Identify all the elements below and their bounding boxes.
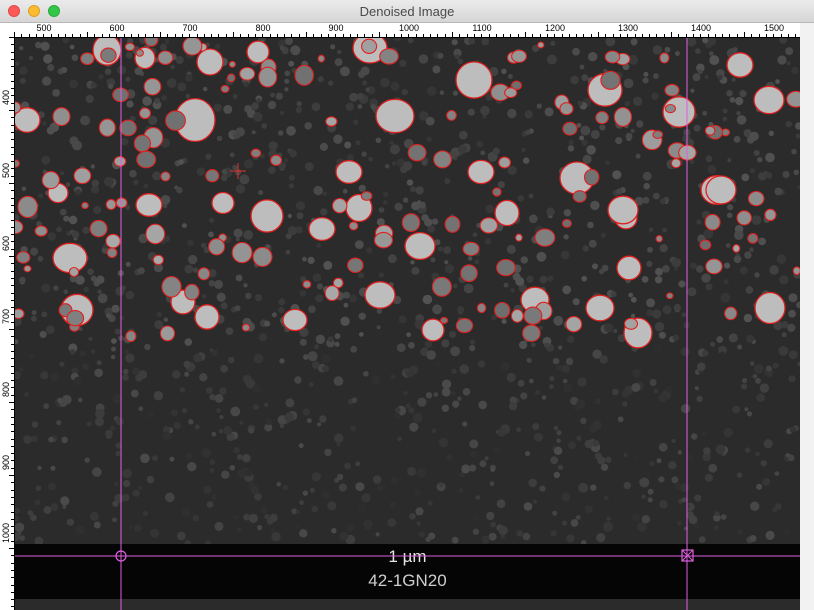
ruler-y-label: 400 xyxy=(1,89,11,105)
ruler-x-label: 800 xyxy=(255,23,271,33)
ruler-x-label: 900 xyxy=(328,23,344,33)
ruler-x-label: 500 xyxy=(36,23,52,33)
ruler-x-label: 1200 xyxy=(544,23,566,33)
vertical-scrollbar[interactable] xyxy=(800,23,814,610)
ruler-vertical: 400 500 600 700 800 900 1000 xyxy=(0,37,15,610)
measurement-overlay[interactable] xyxy=(15,38,800,610)
ruler-corner xyxy=(0,23,14,37)
ruler-y-label: 1000 xyxy=(1,522,11,543)
ruler-y-label: 600 xyxy=(1,235,11,251)
image-window: Denoised Image 500 600 700 800 900 1000 1100 12… xyxy=(0,0,814,610)
ruler-horizontal: 500 600 700 800 900 1000 1100 1200 1300 1400 1500 xyxy=(14,23,800,38)
ruler-y-label: 500 xyxy=(1,162,11,178)
ruler-x-label: 600 xyxy=(109,23,125,33)
ruler-x-label: 1100 xyxy=(472,23,492,33)
window-title: Denoised Image xyxy=(359,4,455,19)
ruler-x-label: 1500 xyxy=(763,23,785,33)
ruler-x-label: 700 xyxy=(182,23,198,33)
ruler-x-label: 1000 xyxy=(398,23,420,33)
ruler-y-label: 800 xyxy=(1,381,11,397)
ruler-x-label: 1300 xyxy=(617,23,639,33)
ruler-x-label: 1400 xyxy=(690,23,712,33)
ruler-y-label: 900 xyxy=(1,454,11,470)
micrograph-canvas[interactable]: 1 µm 42-1GN20 xyxy=(15,38,800,610)
ruler-y-label: 700 xyxy=(1,308,11,324)
title-bar[interactable]: Denoised Image xyxy=(0,0,814,23)
